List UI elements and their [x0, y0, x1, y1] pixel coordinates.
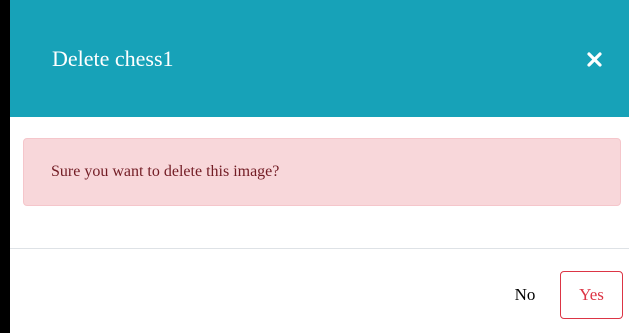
delete-dialog: Delete chess1 Sure you want to delete th…: [10, 0, 629, 333]
yes-button[interactable]: Yes: [560, 271, 623, 319]
warning-alert: Sure you want to delete this image?: [23, 138, 621, 206]
dialog-title: Delete chess1: [52, 46, 174, 71]
no-button[interactable]: No: [500, 271, 550, 319]
delete-confirmation-message: Sure you want to delete this image?: [51, 163, 280, 180]
close-button[interactable]: [577, 42, 611, 76]
footer-divider: [10, 248, 629, 249]
dialog-header: Delete chess1: [10, 0, 629, 117]
close-icon: [586, 51, 602, 67]
